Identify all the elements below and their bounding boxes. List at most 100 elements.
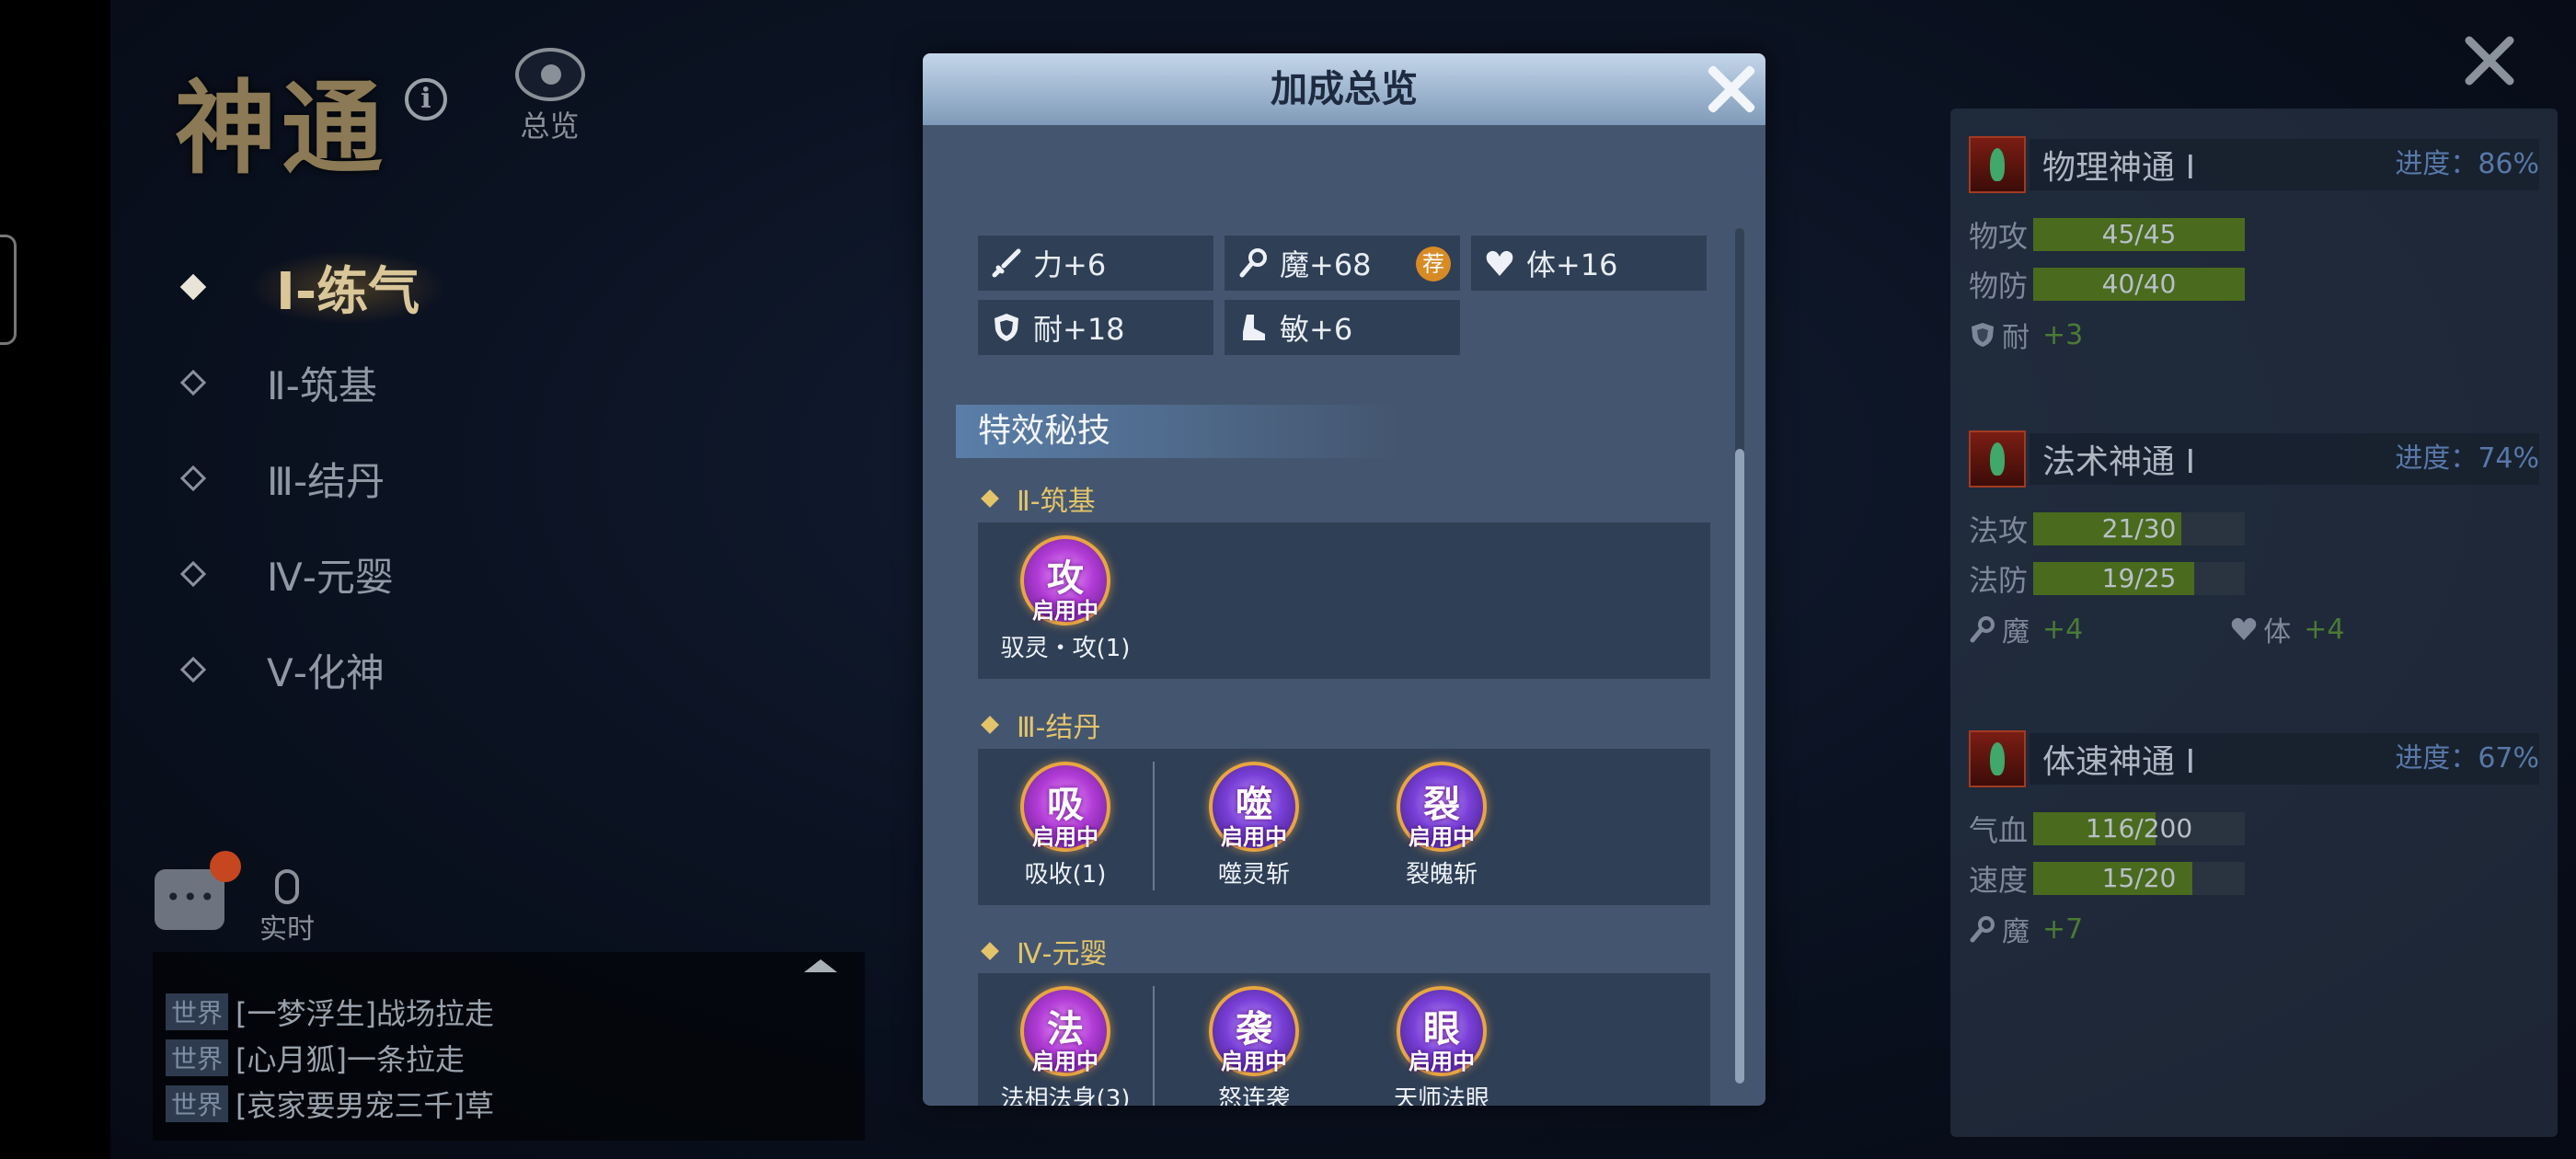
channel-tag: 世界 <box>166 993 229 1030</box>
bonus-row: 魔 +4 体 +4 <box>1969 603 2539 655</box>
bonus-value: +3 <box>2042 318 2084 351</box>
attribute-text: 敏+6 <box>1280 312 1353 347</box>
voice-label: 实时 <box>259 913 315 946</box>
category-progress: 进度：74% <box>2395 442 2539 475</box>
chat-message[interactable]: 世界 [一梦浮生]战场拉走 <box>166 989 494 1035</box>
stage-label: Ⅰ-练气 <box>248 249 448 325</box>
bonus-label: 耐 <box>2002 322 2030 354</box>
diamond-icon <box>981 716 999 734</box>
diamond-icon <box>179 369 207 396</box>
voice-realtime-button[interactable]: 实时 <box>259 869 315 947</box>
attribute-text: 魔+68 <box>1280 247 1372 282</box>
page-title: 神通 <box>175 69 388 188</box>
stage-label: Ⅳ-元婴 <box>267 554 394 600</box>
bonus-value: +4 <box>2042 613 2084 646</box>
skill-orb-icon: 攻启用中 <box>1020 535 1110 625</box>
leaf-icon <box>1969 730 2026 787</box>
skill-name: 怒连袭 <box>1217 1085 1290 1106</box>
chat-bubble-icon[interactable]: ••• <box>155 869 224 930</box>
stat-row: 法攻 21/30 <box>1969 504 2539 554</box>
skill-name: 驭灵・攻(1) <box>1000 635 1131 662</box>
scrollbar[interactable] <box>1735 228 1744 1084</box>
message-text: [心月狐]一条拉走 <box>236 1042 465 1077</box>
divider <box>1153 986 1155 1106</box>
scrollbar-thumb[interactable] <box>1735 449 1744 1084</box>
chat-panel[interactable]: 世界 [一梦浮生]战场拉走 世界 [心月狐]一条拉走 世界 [哀家要男宠三千]草 <box>153 952 865 1141</box>
skill-name: 噬灵斩 <box>1217 861 1290 889</box>
stat-value: 15/20 <box>2101 863 2177 893</box>
stat-bar: 19/25 <box>2033 562 2245 595</box>
stage-item-3[interactable]: Ⅲ-结丹 <box>179 430 447 526</box>
stage-item-1[interactable]: Ⅰ-练气 <box>179 239 448 335</box>
boot-icon <box>1237 312 1269 343</box>
skill-item[interactable]: 噬启用中 噬灵斩 <box>1171 762 1337 889</box>
attribute-text: 力+6 <box>1033 247 1107 282</box>
screen-left-edge <box>0 0 110 1159</box>
stage-list: Ⅰ-练气 Ⅱ-筑基 Ⅲ-结丹 Ⅳ-元婴 Ⅴ-化神 <box>179 239 448 717</box>
chat-message[interactable]: 世界 [心月狐]一条拉走 <box>166 1035 494 1081</box>
stat-row: 速度 15/20 <box>1969 854 2539 903</box>
attribute-text: 体+16 <box>1526 247 1618 282</box>
bonus-value: +7 <box>2042 912 2084 946</box>
skill-name: 裂魄斩 <box>1405 861 1478 889</box>
side-drawer-handle[interactable] <box>0 235 17 345</box>
skill-item[interactable]: 法启用中 法相法身(3) <box>983 986 1148 1106</box>
skill-state: 启用中 <box>1032 598 1098 624</box>
dialog-body[interactable]: 力+6 魔+68 荐 体+16 耐+18 敏+6 特效秘技 Ⅱ-筑基 攻启用中 … <box>923 125 1765 1106</box>
section-title: 特效秘技 <box>956 405 1397 458</box>
skill-item[interactable]: 眼启用中 天师法眼 <box>1359 986 1524 1106</box>
stat-label: 物攻 <box>1969 219 2029 254</box>
chat-message[interactable]: 世界 [哀家要男宠三千]草 <box>166 1081 494 1127</box>
info-icon[interactable]: i <box>405 78 447 120</box>
stat-label: 法防 <box>1969 563 2029 598</box>
stat-row: 法防 19/25 <box>1969 554 2539 603</box>
bonus-row: 耐 +3 <box>1969 309 2539 361</box>
skill-state: 启用中 <box>1221 824 1287 850</box>
leaf-icon <box>1969 430 2026 488</box>
wand-icon <box>1970 916 1995 943</box>
stage-label: Ⅴ-化神 <box>267 649 385 695</box>
channel-tag: 世界 <box>166 1085 229 1122</box>
stage-item-2[interactable]: Ⅱ-筑基 <box>179 335 447 430</box>
stage-label: Ⅱ-筑基 <box>267 362 377 408</box>
stage-item-5[interactable]: Ⅴ-化神 <box>179 622 447 717</box>
stat-label: 法攻 <box>1969 513 2029 548</box>
group-stage-heading: Ⅱ-筑基 <box>981 478 1096 519</box>
stat-bar: 15/20 <box>2033 862 2245 895</box>
diamond-icon <box>981 489 999 508</box>
wand-icon <box>1970 616 1995 643</box>
skill-item[interactable]: 袭启用中 怒连袭 <box>1171 986 1337 1106</box>
skill-item[interactable]: 吸启用中 吸收(1) <box>983 762 1148 889</box>
diamond-icon <box>179 656 207 683</box>
category-body-speed: 体速神通 Ⅰ 进度：67% 气血 116/200 速度 15/20 魔 +7 <box>1969 730 2539 955</box>
skill-state: 启用中 <box>1032 824 1098 850</box>
heart-icon <box>1484 247 1515 279</box>
heart-icon <box>2231 617 2257 640</box>
stage-item-4[interactable]: Ⅳ-元婴 <box>179 526 447 622</box>
attribute-agility: 敏+6 <box>1225 300 1460 355</box>
close-icon[interactable] <box>1701 59 1762 120</box>
skill-item[interactable]: 攻启用中 驭灵・攻(1) <box>983 535 1148 663</box>
skill-state: 启用中 <box>1409 1049 1475 1074</box>
skill-state: 启用中 <box>1409 824 1475 850</box>
stat-label: 速度 <box>1969 863 2029 898</box>
skill-item[interactable]: 裂启用中 裂魄斩 <box>1359 762 1524 889</box>
stat-row: 物防 40/40 <box>1969 259 2539 309</box>
chevron-up-icon[interactable] <box>804 959 837 972</box>
group-stage-heading: Ⅲ-结丹 <box>981 705 1101 745</box>
stat-label: 气血 <box>1969 813 2029 848</box>
diamond-icon <box>981 942 999 960</box>
eye-icon <box>514 48 585 101</box>
microphone-icon <box>275 869 299 904</box>
stat-value: 19/25 <box>2101 563 2177 593</box>
sword-icon <box>991 247 1022 279</box>
overview-button[interactable]: 总览 <box>511 48 589 145</box>
skill-name: 吸收(1) <box>1024 861 1107 889</box>
screen-close-icon[interactable] <box>2462 33 2517 88</box>
diamond-icon <box>179 560 207 588</box>
stat-row: 气血 116/200 <box>1969 804 2539 854</box>
skill-orb-icon: 袭启用中 <box>1209 986 1299 1076</box>
group-stage-heading: Ⅳ-元婴 <box>981 931 1108 971</box>
attribute-strength: 力+6 <box>978 235 1213 291</box>
skill-orb-icon: 眼启用中 <box>1397 986 1487 1076</box>
